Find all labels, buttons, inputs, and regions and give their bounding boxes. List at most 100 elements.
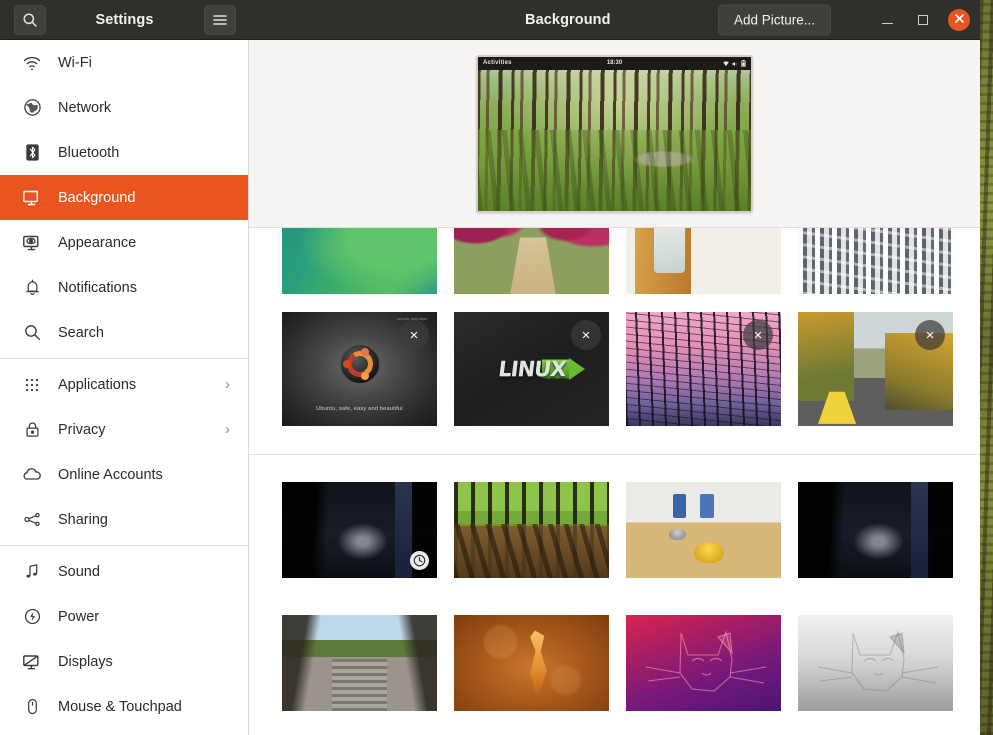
wallpaper-thumb-blue-tunnel-corridor[interactable] — [282, 482, 437, 578]
volume-icon — [732, 57, 738, 73]
wallpaper-thumb-ubuntu-cat-light[interactable] — [798, 615, 953, 711]
search-button[interactable] — [14, 4, 46, 35]
sidebar-item-label: Privacy — [58, 421, 106, 438]
panel-title: Background — [525, 11, 611, 28]
sidebar-item-label: Sharing — [58, 511, 108, 528]
sidebar-item-label: Online Accounts — [58, 466, 163, 483]
cloud-icon — [20, 463, 44, 487]
sidebar-separator — [0, 358, 248, 359]
maximize-button[interactable] — [912, 9, 934, 31]
wallpaper-thumb-ubuntu-cat-dark[interactable] — [626, 615, 781, 711]
sidebar-item-background[interactable]: Background — [0, 175, 248, 220]
wallpaper-row — [249, 615, 980, 711]
wallpaper-thumb-pink-sunset-branches[interactable]: × — [626, 312, 781, 426]
wallpaper-row — [249, 482, 980, 578]
wifi-icon — [723, 57, 729, 73]
preview-gnome-topbar: Activities 18:30 — [478, 56, 751, 73]
sidebar-item-label: Background — [58, 189, 136, 206]
wallpaper-grid-scroll-area[interactable]: ubuntu wallpaper Ubuntu, safe, easy and … — [249, 228, 980, 735]
curling-stone-yellow — [694, 542, 725, 563]
wallpaper-thumb-curling-stones-rink[interactable] — [626, 482, 781, 578]
chevron-right-icon: › — [225, 421, 230, 438]
remove-wallpaper-button[interactable]: × — [743, 320, 773, 350]
sidebar-item-displays[interactable]: Displays — [0, 639, 248, 684]
wallpaper-thumb-autumn-mountain-road[interactable]: × — [798, 312, 953, 426]
curling-stone-silver — [669, 528, 687, 540]
hamburger-menu-icon — [212, 13, 228, 27]
ubuntu-corner-text: ubuntu wallpaper — [397, 316, 428, 321]
network-globe-icon — [20, 96, 44, 120]
sidebar-item-search[interactable]: Search — [0, 310, 248, 355]
ubuntu-logo-icon — [338, 343, 381, 386]
wallpaper-row: ubuntu wallpaper Ubuntu, safe, easy and … — [249, 312, 980, 426]
wallpaper-thumb-beach-drink-table[interactable] — [626, 228, 781, 294]
sidebar-item-label: Search — [58, 324, 104, 341]
preview-clock: 18:30 — [606, 60, 623, 66]
preview-status-icons — [723, 57, 746, 73]
wallpaper-thumb-green-abstract-wave[interactable] — [282, 228, 437, 294]
battery-icon — [741, 57, 746, 73]
sidebar-item-notifications[interactable]: Notifications — [0, 265, 248, 310]
window-body: Wi-Fi Network Bluetooth Background Appea… — [0, 40, 980, 735]
chevron-right-icon: › — [225, 376, 230, 393]
sidebar-item-mouse-touchpad[interactable]: Mouse & Touchpad — [0, 684, 248, 729]
minimize-icon — [881, 22, 893, 25]
share-nodes-icon — [20, 508, 44, 532]
grid-section-separator — [249, 454, 980, 455]
sidebar-item-online-accounts[interactable]: Online Accounts — [0, 452, 248, 497]
close-button[interactable] — [948, 8, 970, 31]
current-background-preview[interactable]: Activities 18:30 — [476, 54, 753, 213]
power-icon — [20, 605, 44, 629]
background-panel-content: Activities 18:30 ubuntu wallpaper Ubuntu… — [249, 40, 980, 735]
preview-wallpaper-image — [478, 56, 751, 211]
wallpaper-thumb-suspension-bridge[interactable] — [282, 615, 437, 711]
wallpaper-thumb-linux-logo-wallpaper[interactable]: LINUX × — [454, 312, 609, 426]
wallpaper-thumb-snowy-forest[interactable] — [798, 228, 953, 294]
bluetooth-icon — [20, 141, 44, 165]
wallpaper-thumb-ubuntu-logo-wallpaper[interactable]: ubuntu wallpaper Ubuntu, safe, easy and … — [282, 312, 437, 426]
search-icon — [22, 12, 38, 28]
sidebar-item-bluetooth[interactable]: Bluetooth — [0, 130, 248, 175]
wallpaper-thumb-blue-tunnel-corridor-2[interactable] — [798, 482, 953, 578]
background-icon — [20, 186, 44, 210]
sidebar-separator — [0, 545, 248, 546]
sidebar-item-privacy[interactable]: Privacy › — [0, 407, 248, 452]
sidebar-item-sound[interactable]: Sound — [0, 549, 248, 594]
wallpaper-row — [249, 228, 980, 294]
wallpaper-thumb-orange-heron-artwork[interactable] — [454, 615, 609, 711]
clock-badge-icon — [410, 551, 429, 570]
remove-wallpaper-button[interactable]: × — [571, 320, 601, 350]
close-icon — [954, 11, 965, 29]
header-left-section: Settings — [0, 0, 249, 39]
wifi-icon — [20, 51, 44, 75]
appearance-icon — [20, 231, 44, 255]
music-note-icon — [20, 560, 44, 584]
remove-wallpaper-button[interactable]: × — [915, 320, 945, 350]
lock-icon — [20, 418, 44, 442]
sidebar-item-network[interactable]: Network — [0, 85, 248, 130]
sidebar-item-appearance[interactable]: Appearance — [0, 220, 248, 265]
menu-button[interactable] — [204, 4, 236, 35]
window-controls — [876, 8, 970, 31]
wallpaper-thumb-sunlit-forest-floor[interactable] — [454, 482, 609, 578]
ubuntu-tagline: Ubuntu, safe, easy and beautiful — [316, 406, 403, 413]
sidebar-item-label: Notifications — [58, 279, 137, 296]
add-picture-button[interactable]: Add Picture... — [718, 4, 832, 35]
sidebar-item-label: Wi-Fi — [58, 54, 92, 71]
cat-outline-icon — [645, 629, 767, 692]
sidebar-item-label: Sound — [58, 563, 100, 580]
sidebar-item-power[interactable]: Power — [0, 594, 248, 639]
remove-wallpaper-button[interactable]: × — [399, 320, 429, 350]
wallpaper-thumb-blossom-orchard-path[interactable] — [454, 228, 609, 294]
mouse-icon — [20, 695, 44, 719]
sidebar-item-label: Network — [58, 99, 112, 116]
sidebar-item-label: Bluetooth — [58, 144, 120, 161]
sidebar-item-applications[interactable]: Applications › — [0, 362, 248, 407]
minimize-button[interactable] — [876, 9, 898, 31]
sidebar-item-label: Displays — [58, 653, 113, 670]
sidebar-item-sharing[interactable]: Sharing — [0, 497, 248, 542]
settings-window: Settings Background Add Picture... Wi-Fi… — [0, 0, 980, 735]
maximize-icon — [918, 14, 928, 25]
sidebar-item-wifi[interactable]: Wi-Fi — [0, 40, 248, 85]
displays-icon — [20, 650, 44, 674]
